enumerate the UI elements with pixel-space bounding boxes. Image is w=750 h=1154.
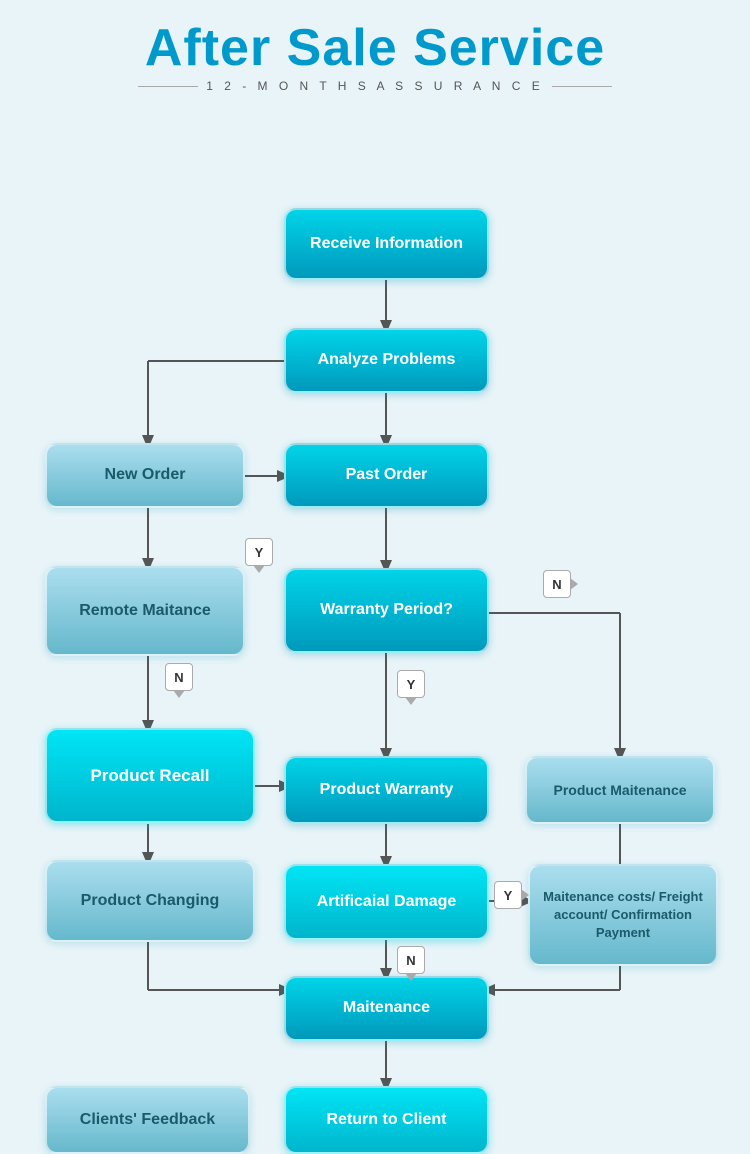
- clients-feedback-box: Clients' Feedback: [45, 1086, 250, 1154]
- receive-information-box: Receive Information: [284, 208, 489, 280]
- remote-maitance-box: Remote Maitance: [45, 566, 245, 656]
- page-container: After Sale Service 1 2 - M O N T H S A S…: [0, 0, 750, 1138]
- past-order-box: Past Order: [284, 443, 489, 508]
- label-y1: Y: [245, 538, 273, 566]
- product-recall-box: Product Recall: [45, 728, 255, 823]
- new-order-box: New Order: [45, 443, 245, 508]
- title-section: After Sale Service 1 2 - M O N T H S A S…: [0, 10, 750, 98]
- maitenance-box: Maitenance: [284, 976, 489, 1041]
- product-changing-box: Product Changing: [45, 860, 255, 942]
- subtitle: 1 2 - M O N T H S A S S U R A N C E: [0, 79, 750, 93]
- flowchart: Receive Information Analyze Problems New…: [0, 108, 750, 1108]
- product-maitenance-box: Product Maitenance: [525, 756, 715, 824]
- maitenance-costs-box: Maitenance costs/ Freight account/ Confi…: [528, 864, 718, 966]
- return-to-client-box: Return to Client: [284, 1086, 489, 1154]
- warranty-period-box: Warranty Period?: [284, 568, 489, 653]
- label-y2: Y: [397, 670, 425, 698]
- label-n2: N: [543, 570, 571, 598]
- label-y3: Y: [494, 881, 522, 909]
- main-title: After Sale Service: [0, 20, 750, 77]
- artificial-damage-box: Artificaial Damage: [284, 864, 489, 940]
- label-n1: N: [165, 663, 193, 691]
- product-warranty-box: Product Warranty: [284, 756, 489, 824]
- analyze-problems-box: Analyze Problems: [284, 328, 489, 393]
- label-n3: N: [397, 946, 425, 974]
